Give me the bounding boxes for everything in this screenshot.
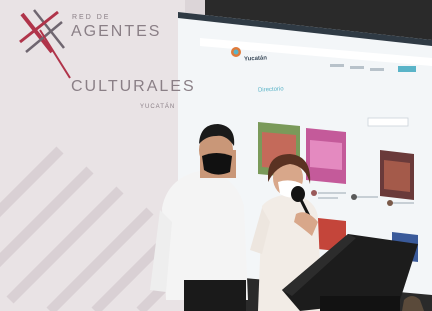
banner-line-yucatan: YUCATÁN [140,104,176,110]
banner-line-red-de: RED DE [72,14,111,21]
face-mask [202,153,232,175]
screen-brand-label: Yucatán [243,55,268,63]
event-photo: RED DE AGENTES CULTURALES YUCATÁN Yucatá… [0,0,432,311]
banner-line-culturales: CULTURALES [71,78,196,95]
microphone [291,186,305,202]
screen-search-box [367,117,409,127]
screen-button [398,66,416,72]
photo-scene [0,0,432,311]
banner-line-agentes: AGENTES [71,23,162,40]
